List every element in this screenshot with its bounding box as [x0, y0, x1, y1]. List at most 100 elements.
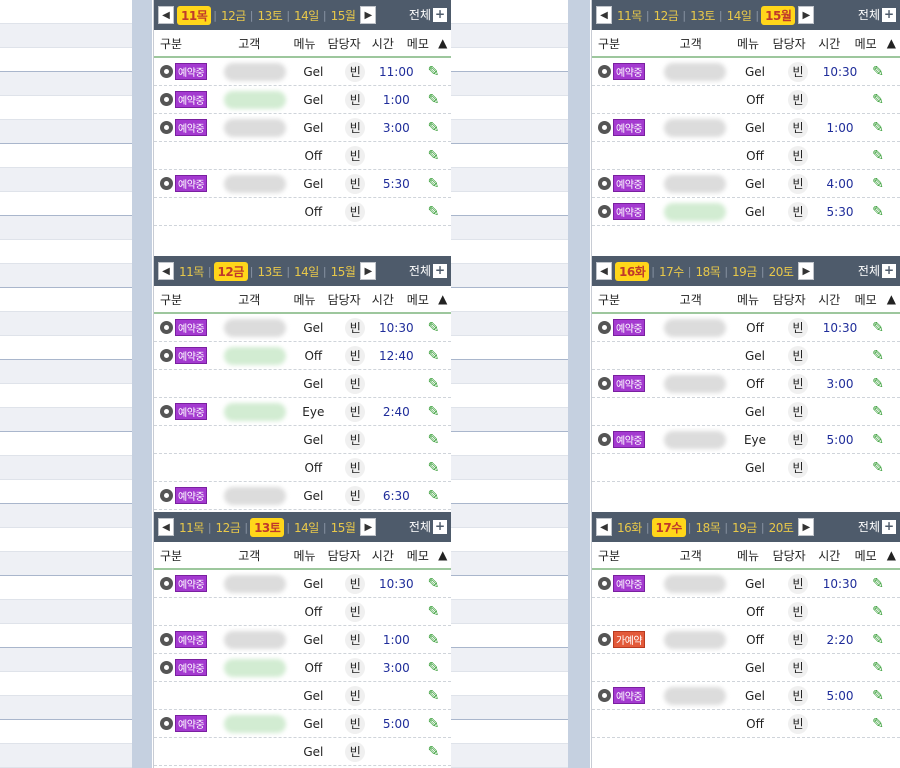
gear-icon[interactable] — [160, 177, 173, 190]
staff-badge[interactable]: 빈 — [345, 317, 366, 338]
column-header-time[interactable]: 시간 — [364, 291, 401, 308]
pencil-icon[interactable]: ✎ — [428, 744, 440, 760]
column-header-customer[interactable]: 고객 — [653, 547, 728, 564]
gear-icon[interactable] — [598, 205, 611, 218]
plus-icon[interactable]: + — [433, 263, 447, 278]
staff-badge[interactable]: 빈 — [345, 117, 366, 138]
pencil-icon[interactable]: ✎ — [428, 460, 440, 476]
tab-date[interactable]: 12금 — [652, 7, 681, 24]
pencil-icon[interactable]: ✎ — [872, 348, 884, 364]
table-row[interactable]: Gel 빈 ✎ — [154, 682, 451, 710]
column-header-time[interactable]: 시간 — [364, 35, 401, 52]
prev-arrow-icon[interactable]: ◀ — [596, 518, 612, 536]
tab-date[interactable]: 11목 — [177, 519, 206, 536]
column-header-menu[interactable]: 메뉴 — [285, 35, 324, 52]
pencil-icon[interactable]: ✎ — [872, 320, 884, 336]
column-header-memo[interactable]: 메모 — [848, 291, 882, 308]
customer-name-redacted[interactable] — [223, 658, 286, 677]
column-header-gubun[interactable]: 구분 — [154, 291, 213, 308]
pencil-icon[interactable]: ✎ — [428, 348, 440, 364]
column-header-memo[interactable]: 메모 — [401, 35, 434, 52]
table-row[interactable]: Gel 빈 ✎ — [592, 654, 900, 682]
staff-badge[interactable]: 빈 — [345, 201, 366, 222]
pencil-icon[interactable]: ✎ — [428, 376, 440, 392]
customer-name-redacted[interactable] — [664, 318, 726, 337]
next-arrow-icon[interactable]: ▶ — [360, 518, 377, 536]
status-badge[interactable]: 예약중 — [613, 575, 646, 592]
column-header-staff[interactable]: 담당자 — [324, 35, 365, 52]
pencil-icon[interactable]: ✎ — [872, 120, 884, 136]
column-header-gubun[interactable]: 구분 — [592, 291, 653, 308]
gear-icon[interactable] — [160, 349, 173, 362]
staff-badge[interactable]: 빈 — [345, 657, 366, 678]
view-all-button[interactable]: 전체 + — [409, 518, 447, 535]
column-header-menu[interactable]: 메뉴 — [728, 35, 768, 52]
gear-icon[interactable] — [160, 661, 173, 674]
staff-badge[interactable]: 빈 — [788, 61, 808, 82]
table-row[interactable]: 예약중 Gel 빈 6:30 ✎ — [154, 482, 451, 510]
pencil-icon[interactable]: ✎ — [872, 376, 884, 392]
staff-badge[interactable]: 빈 — [788, 713, 808, 734]
tab-date[interactable]: 12금 — [213, 261, 248, 281]
view-all-button[interactable]: 전체 + — [409, 6, 447, 23]
table-row[interactable]: 예약중 Off 빈 12:40 ✎ — [154, 342, 451, 370]
table-row[interactable]: 예약중 Gel 빈 1:00 ✎ — [154, 86, 451, 114]
tab-date[interactable]: 14일 — [292, 263, 321, 280]
table-row[interactable]: Gel 빈 ✎ — [154, 370, 451, 398]
tab-date[interactable]: 20토 — [767, 519, 796, 536]
staff-badge[interactable]: 빈 — [345, 61, 366, 82]
table-row[interactable]: Off 빈 ✎ — [154, 142, 451, 170]
tab-date[interactable]: 15월 — [761, 5, 796, 25]
next-arrow-icon[interactable]: ▶ — [798, 6, 815, 24]
staff-badge[interactable]: 빈 — [788, 573, 808, 594]
table-row[interactable]: 예약중 Gel 빈 5:00 ✎ — [154, 710, 451, 738]
table-row[interactable]: 예약중 Gel 빈 10:30 ✎ — [154, 570, 451, 598]
status-badge[interactable]: 예약중 — [613, 203, 646, 220]
tab-date[interactable]: 11목 — [615, 7, 644, 24]
status-badge[interactable]: 예약중 — [175, 631, 208, 648]
column-header-memo[interactable]: 메모 — [848, 35, 882, 52]
gear-icon[interactable] — [160, 577, 173, 590]
staff-badge[interactable]: 빈 — [788, 401, 808, 422]
pencil-icon[interactable]: ✎ — [872, 404, 884, 420]
prev-arrow-icon[interactable]: ◀ — [158, 6, 174, 24]
table-row[interactable]: 예약중 Gel 빈 10:30 ✎ — [592, 570, 900, 598]
tab-date[interactable]: 18목 — [694, 519, 723, 536]
pencil-icon[interactable]: ✎ — [872, 64, 884, 80]
status-badge[interactable]: 가예약 — [613, 631, 646, 648]
gear-icon[interactable] — [160, 321, 173, 334]
pencil-icon[interactable]: ✎ — [428, 576, 440, 592]
pencil-icon[interactable]: ✎ — [872, 460, 884, 476]
column-header-menu[interactable]: 메뉴 — [285, 291, 324, 308]
pencil-icon[interactable]: ✎ — [428, 404, 440, 420]
staff-badge[interactable]: 빈 — [788, 173, 808, 194]
customer-name-redacted[interactable] — [223, 486, 286, 505]
tab-date[interactable]: 11목 — [177, 5, 212, 25]
pencil-icon[interactable]: ✎ — [872, 604, 884, 620]
staff-badge[interactable]: 빈 — [345, 401, 366, 422]
column-header-staff[interactable]: 담당자 — [324, 291, 365, 308]
staff-badge[interactable]: 빈 — [345, 457, 366, 478]
column-header-customer[interactable]: 고객 — [213, 547, 285, 564]
tab-date[interactable]: 14일 — [725, 7, 754, 24]
tab-date[interactable]: 19금 — [730, 519, 759, 536]
customer-name-redacted[interactable] — [223, 62, 286, 81]
gear-icon[interactable] — [598, 321, 611, 334]
status-badge[interactable]: 예약중 — [175, 319, 208, 336]
tab-date[interactable]: 17수 — [651, 517, 686, 537]
table-row[interactable]: Off 빈 ✎ — [592, 142, 900, 170]
tab-date[interactable]: 12금 — [219, 7, 248, 24]
table-row[interactable]: Gel 빈 ✎ — [592, 454, 900, 482]
status-badge[interactable]: 예약중 — [175, 347, 208, 364]
table-row[interactable]: 예약중 Gel 빈 11:00 ✎ — [154, 58, 451, 86]
status-badge[interactable]: 예약중 — [613, 63, 646, 80]
column-header-memo[interactable]: 메모 — [848, 547, 882, 564]
staff-badge[interactable]: 빈 — [788, 201, 808, 222]
sort-arrow-icon[interactable]: ▲ — [434, 292, 451, 306]
table-row[interactable]: 예약중 Gel 빈 5:30 ✎ — [154, 170, 451, 198]
table-row[interactable]: 예약중 Off 빈 10:30 ✎ — [592, 314, 900, 342]
column-header-time[interactable]: 시간 — [810, 35, 848, 52]
prev-arrow-icon[interactable]: ◀ — [596, 262, 612, 280]
tab-date[interactable]: 18목 — [694, 263, 723, 280]
pencil-icon[interactable]: ✎ — [428, 432, 440, 448]
